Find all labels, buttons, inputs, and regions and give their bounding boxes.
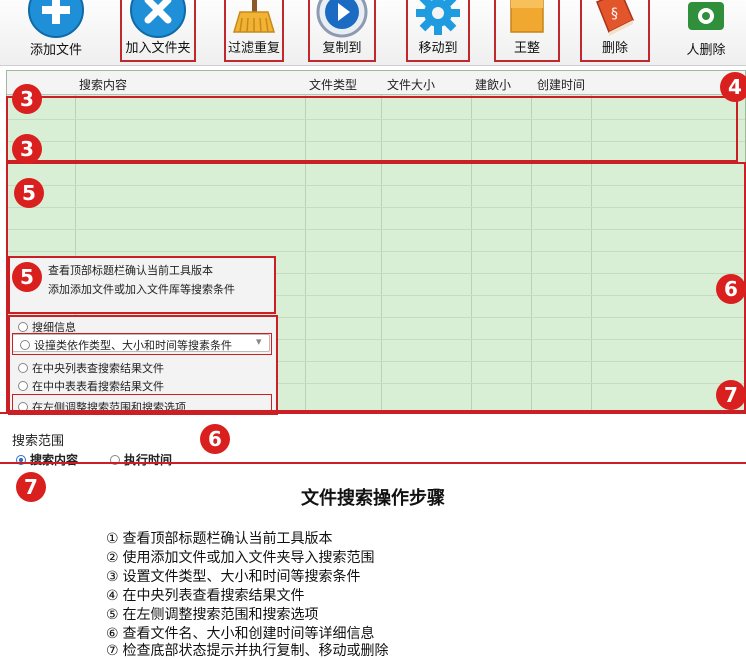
row-divider xyxy=(7,119,745,120)
row-divider xyxy=(7,141,745,142)
step-item: ③ 设置文件类型、大小和时间等搜索条件 xyxy=(106,568,361,584)
add-file-label: 添加文件 xyxy=(29,42,82,57)
radio-icon xyxy=(18,363,28,373)
radio-icon xyxy=(110,455,120,465)
toolbar: 添加文件 加入文件夹 过滤重复 复制到 移动到 王整 § 删除 人删除 xyxy=(0,0,746,66)
search-info-label: 搜细信息 xyxy=(32,322,76,334)
radio-icon xyxy=(18,402,28,412)
book-icon: § xyxy=(591,0,639,39)
search-scope-title: 搜索范围 xyxy=(12,433,65,448)
permanent-delete-button[interactable]: 人删除 xyxy=(668,0,744,62)
filter-duplicates-label: 过滤重复 xyxy=(227,40,280,55)
column-header-created-time[interactable]: 创建时间 xyxy=(537,76,585,93)
scope-radio-search-content[interactable]: 搜索内容 xyxy=(16,451,78,468)
step-badge: 5 xyxy=(14,178,44,208)
search-info-option[interactable]: 搜细信息 xyxy=(18,319,76,335)
add-file-button[interactable]: 添加文件 xyxy=(14,0,98,62)
step-badge: 6 xyxy=(200,424,230,454)
option-left-adjust-label: 在左侧调整搜索范围和搜索选项 xyxy=(32,402,186,414)
folder-icon xyxy=(507,0,547,37)
step-item: ⑤ 在左侧调整搜索范围和搜索选项 xyxy=(106,606,319,622)
svg-text:§: § xyxy=(611,6,618,22)
step-badge: 5 xyxy=(12,262,42,292)
step-badge: 7 xyxy=(716,380,746,410)
plus-icon xyxy=(28,0,84,41)
copy-to-button[interactable]: 复制到 xyxy=(308,0,376,62)
step-badge: 3 xyxy=(12,84,42,114)
panel-line-1: 查看顶部标题栏确认当前工具版本 xyxy=(48,265,213,277)
table-header: 搜索内容 文件类型 文件大小 建飲小 创建时间 xyxy=(7,71,745,95)
play-icon xyxy=(316,0,368,41)
search-condition-value: 设撞类依作类型、大小和时间等搜素条件 xyxy=(20,337,232,353)
move-to-label: 移动到 xyxy=(418,40,458,55)
radio-selected-icon xyxy=(16,455,26,465)
step-item: ④ 在中央列表查看搜索结果文件 xyxy=(106,587,305,603)
row-divider xyxy=(7,207,745,208)
gear-icon xyxy=(415,0,461,39)
steps-title: 文件搜索操作步骤 xyxy=(301,488,445,508)
chevron-down-icon[interactable]: ▾ xyxy=(256,335,262,348)
add-folder-label: 加入文件夹 xyxy=(125,40,191,55)
step-badge: 4 xyxy=(720,72,746,102)
broom-icon xyxy=(232,0,276,39)
panel-line-2: 添加添加文件或加入文件厍等搜索条件 xyxy=(48,284,235,296)
column-header-file-type[interactable]: 文件类型 xyxy=(309,76,357,93)
option-central-table[interactable]: 在中中表表看搜索结果文件 xyxy=(18,378,164,394)
copy-to-label: 复制到 xyxy=(322,40,362,55)
step-item: ① 查看顶部标题栏确认当前工具版本 xyxy=(106,530,333,546)
organize-button[interactable]: 王整 xyxy=(494,0,560,62)
column-header-size-short[interactable]: 建飲小 xyxy=(475,76,511,93)
row-divider xyxy=(7,229,745,230)
move-to-button[interactable]: 移动到 xyxy=(406,0,470,62)
option-central-list-label: 在中央列表查搜索结果文件 xyxy=(32,363,164,375)
scope-radio-execution-time-label: 执行时间 xyxy=(124,453,173,467)
option-left-adjust[interactable]: 在左侧调整搜索范围和搜索选项 xyxy=(18,399,186,415)
option-central-list[interactable]: 在中央列表查搜索结果文件 xyxy=(18,360,164,376)
close-icon xyxy=(130,0,186,41)
organize-label: 王整 xyxy=(513,40,540,55)
camera-icon xyxy=(686,0,726,35)
step-badge: 6 xyxy=(716,274,746,304)
delete-label: 删除 xyxy=(601,40,628,55)
select-value-text: 设撞类依作类型、大小和时间等搜素条件 xyxy=(34,340,232,352)
radio-icon xyxy=(20,340,30,350)
option-central-table-label: 在中中表表看搜索结果文件 xyxy=(32,381,164,393)
radio-icon xyxy=(18,381,28,391)
delete-button[interactable]: § 删除 xyxy=(580,0,650,62)
step-item: ② 使用添加文件或加入文件夹导入搜索范围 xyxy=(106,549,375,565)
step-badge: 3 xyxy=(12,134,42,164)
radio-icon xyxy=(18,322,28,332)
scope-radio-search-content-label: 搜索内容 xyxy=(30,453,79,467)
row-divider xyxy=(7,251,745,252)
column-header-search-content[interactable]: 搜索内容 xyxy=(79,76,127,93)
filter-duplicates-button[interactable]: 过滤重复 xyxy=(224,0,284,62)
step-item: ⑦ 检查底部状态提示并执行复制、移动或删除 xyxy=(106,642,389,658)
column-header-file-size[interactable]: 文件大小 xyxy=(387,76,435,93)
add-folder-button[interactable]: 加入文件夹 xyxy=(120,0,196,62)
permanent-delete-label: 人删除 xyxy=(686,42,726,57)
row-divider xyxy=(7,185,745,186)
scope-radio-execution-time[interactable]: 执行时间 xyxy=(110,451,172,468)
